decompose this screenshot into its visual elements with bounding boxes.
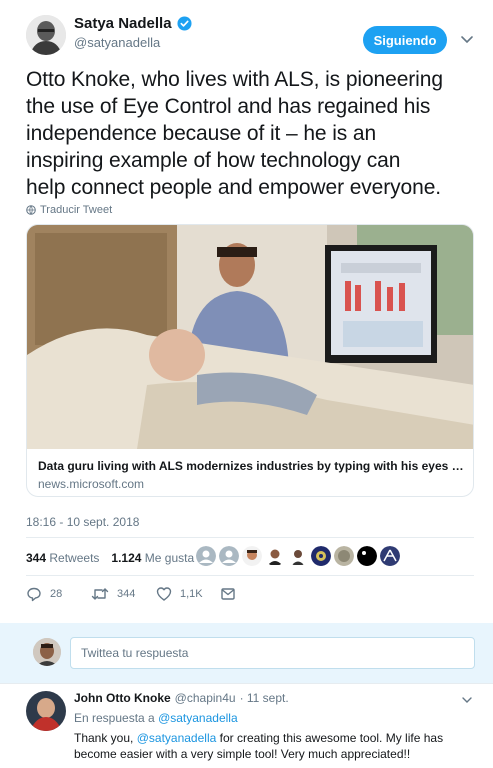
liker-avatar[interactable] bbox=[219, 546, 239, 566]
liker-avatar[interactable] bbox=[380, 546, 400, 566]
chevron-down-icon[interactable] bbox=[459, 31, 475, 47]
card-title[interactable]: Data guru living with ALS modernizes ind… bbox=[38, 459, 464, 473]
tweet-stats: 344 Retweets 1.124 Me gusta bbox=[26, 551, 194, 565]
reply-author-name[interactable]: John Otto Knoke bbox=[74, 691, 171, 705]
tweet-timestamp[interactable]: 18:16 - 10 sept. 2018 bbox=[26, 515, 139, 529]
card-domain: news.microsoft.com bbox=[38, 477, 145, 491]
reply-input[interactable] bbox=[70, 637, 475, 669]
reply-tweet[interactable]: John Otto Knoke @chapin4u · 11 sept. En … bbox=[0, 683, 493, 768]
liker-avatar[interactable] bbox=[311, 546, 331, 566]
retweets-stat[interactable]: 344 Retweets bbox=[26, 551, 99, 565]
liker-avatar[interactable] bbox=[242, 546, 262, 566]
retweet-icon bbox=[91, 588, 109, 600]
reply-date[interactable]: · 11 sept. bbox=[240, 691, 289, 705]
mention-link[interactable]: @satyanadella bbox=[137, 731, 217, 745]
link-card[interactable]: Data guru living with ALS modernizes ind… bbox=[26, 224, 474, 497]
chevron-down-icon[interactable] bbox=[461, 694, 473, 706]
liker-avatar[interactable] bbox=[196, 546, 216, 566]
current-user-avatar bbox=[33, 638, 61, 666]
direct-message-icon bbox=[221, 588, 235, 600]
reply-author-handle[interactable]: @chapin4u bbox=[175, 691, 236, 705]
liker-avatar[interactable] bbox=[265, 546, 285, 566]
reply-action[interactable]: 28 bbox=[26, 586, 62, 602]
likers-avatars bbox=[196, 546, 400, 566]
author-avatar[interactable] bbox=[26, 15, 66, 55]
verified-badge-icon bbox=[177, 16, 192, 31]
reply-author-avatar[interactable] bbox=[26, 691, 66, 731]
liker-avatar[interactable] bbox=[357, 546, 377, 566]
reply-header: John Otto Knoke @chapin4u · 11 sept. bbox=[74, 691, 289, 705]
heart-icon bbox=[156, 587, 172, 601]
tweet-header: Satya Nadella @satyanadella Siguiendo bbox=[0, 0, 493, 62]
divider bbox=[26, 537, 474, 538]
direct-message-action[interactable] bbox=[220, 586, 236, 602]
reply-text: Thank you, @satyanadella for creating th… bbox=[74, 731, 444, 761]
retweet-action[interactable]: 344 bbox=[91, 586, 135, 602]
in-reply-to-handle[interactable]: @satyanadella bbox=[158, 711, 238, 725]
reply-composer bbox=[0, 623, 493, 683]
divider bbox=[26, 575, 474, 576]
liker-avatar[interactable] bbox=[288, 546, 308, 566]
likes-stat[interactable]: 1.124 Me gusta bbox=[111, 551, 194, 565]
translate-tweet-link[interactable]: Traducir Tweet bbox=[26, 204, 112, 216]
globe-icon bbox=[26, 205, 36, 215]
like-action[interactable]: 1,1K bbox=[156, 586, 203, 602]
author-handle[interactable]: @satyanadella bbox=[74, 35, 160, 50]
card-image bbox=[27, 225, 473, 449]
liker-avatar[interactable] bbox=[334, 546, 354, 566]
in-reply-to: En respuesta a @satyanadella bbox=[74, 711, 238, 725]
tweet-text: Otto Knoke, who lives with ALS, is pione… bbox=[26, 68, 443, 199]
author-name[interactable]: Satya Nadella bbox=[74, 15, 192, 32]
following-button[interactable]: Siguiendo bbox=[363, 26, 447, 54]
reply-icon bbox=[27, 587, 41, 602]
